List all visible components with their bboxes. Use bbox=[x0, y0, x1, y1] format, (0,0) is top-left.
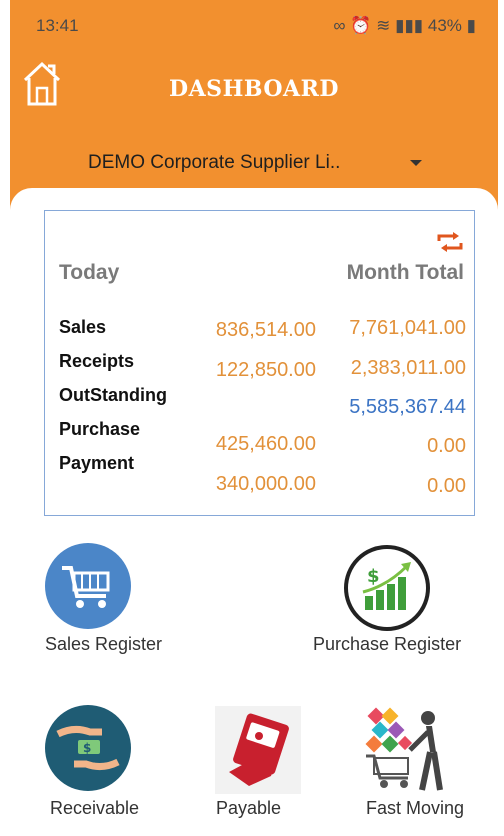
receipts-month: 2,383,011.00 bbox=[350, 357, 466, 379]
summary-panel: Today Month Total Sales Receipts OutStan… bbox=[44, 210, 475, 516]
svg-text:$: $ bbox=[367, 566, 380, 587]
company-select[interactable]: DEMO Corporate Supplier Li.. bbox=[88, 152, 340, 174]
battery-icon: ▮ bbox=[461, 16, 476, 35]
purchase-today: 425,460.00 bbox=[215, 433, 316, 455]
payment-today: 340,000.00 bbox=[215, 473, 316, 495]
fast-moving-label: Fast Moving bbox=[366, 798, 465, 818]
app-screen: 13:41 ∞ ⏰ ≋ ▮▮▮ 43% ▮ DASHBOARD DEMO Cor… bbox=[10, 0, 498, 836]
outstanding-month: 5,585,367.44 bbox=[349, 396, 466, 418]
purchase-register-label: Purchase Register bbox=[313, 634, 462, 654]
row-label-outstanding: OutStanding bbox=[59, 385, 167, 405]
status-icons: ∞ ⏰ ≋ ▮▮▮ 43% ▮ bbox=[333, 16, 476, 36]
svg-text:$: $ bbox=[83, 741, 91, 755]
refresh-icon[interactable] bbox=[435, 231, 465, 253]
receipts-today: 122,850.00 bbox=[215, 359, 316, 381]
today-header: Today bbox=[59, 261, 120, 284]
growth-chart-icon: $ bbox=[344, 545, 430, 631]
shopping-person-icon bbox=[365, 707, 443, 791]
row-label-purchase: Purchase bbox=[59, 419, 141, 439]
row-label-sales: Sales bbox=[59, 317, 107, 337]
payable-card-icon bbox=[215, 706, 301, 794]
status-time: 13:41 bbox=[36, 16, 79, 35]
payable-label: Payable bbox=[216, 798, 282, 818]
chevron-down-icon[interactable] bbox=[410, 160, 422, 166]
receivable-hands-icon: $ bbox=[45, 705, 131, 791]
sales-today: 836,514.00 bbox=[215, 319, 316, 341]
purchase-month: 0.00 bbox=[427, 435, 466, 457]
status-bar: 13:41 ∞ ⏰ ≋ ▮▮▮ 43% ▮ bbox=[10, 0, 498, 46]
payment-month: 0.00 bbox=[427, 475, 466, 497]
sales-month: 7,761,041.00 bbox=[349, 317, 466, 339]
row-label-payment: Payment bbox=[59, 453, 135, 473]
month-total-header: Month Total bbox=[346, 261, 464, 284]
cart-icon bbox=[45, 543, 131, 629]
receivable-label: Receivable bbox=[50, 798, 140, 818]
sales-register-label: Sales Register bbox=[45, 634, 163, 654]
row-label-receipts: Receipts bbox=[59, 351, 135, 371]
page-title: DASHBOARD bbox=[169, 76, 339, 102]
signal-icons: ∞ ⏰ ≋ ▮▮▮ bbox=[333, 16, 428, 35]
battery-level: 43% bbox=[427, 16, 462, 35]
